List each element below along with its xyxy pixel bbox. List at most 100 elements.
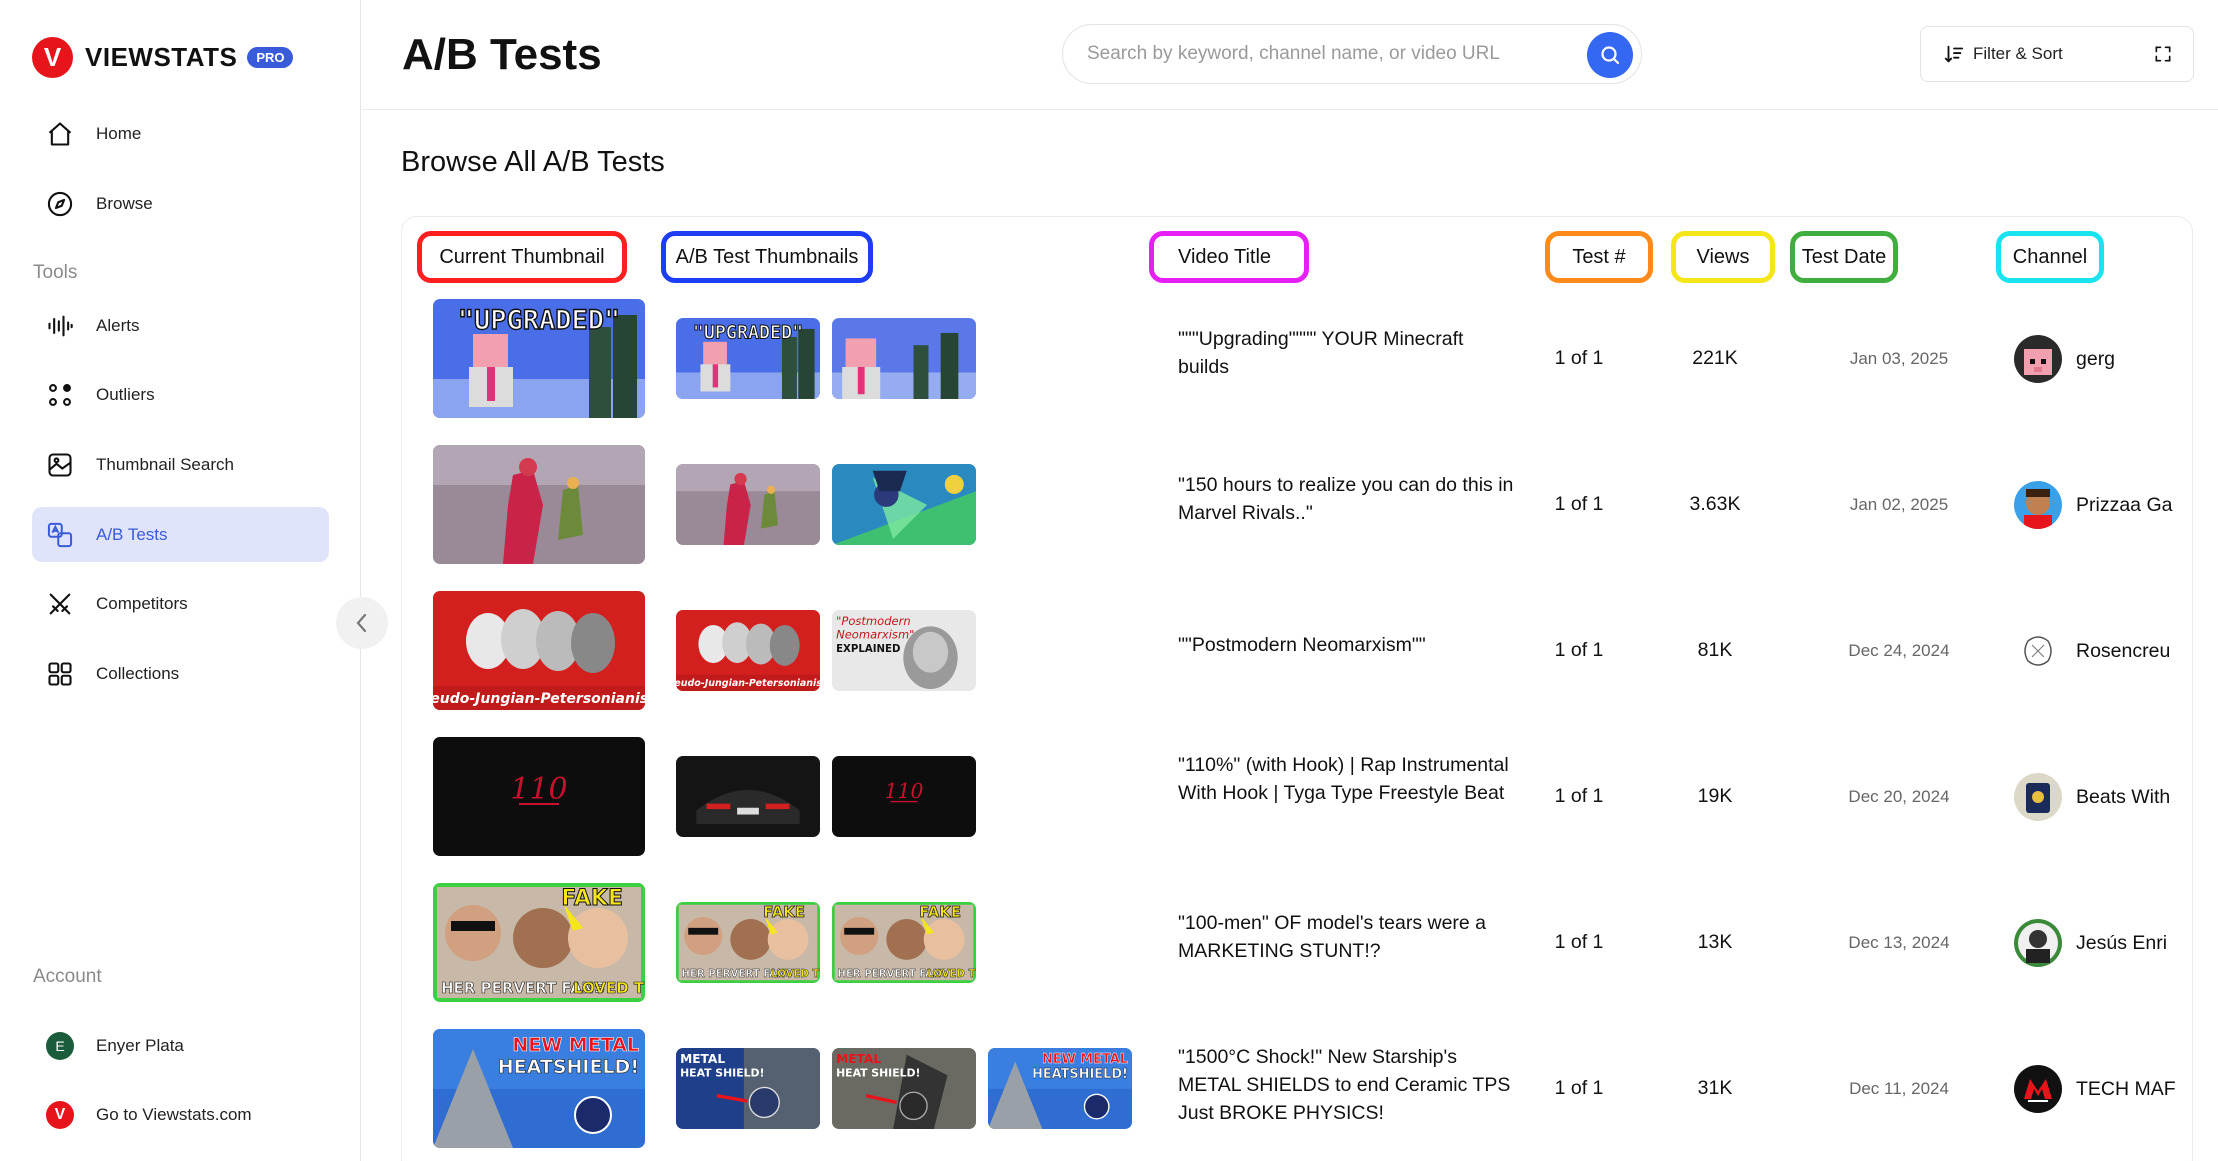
search-input[interactable] [1087,43,1567,65]
sidebar-item-label: Collections [96,663,180,683]
go-to-viewstats-link[interactable]: V Go to Viewstats.com [32,1090,252,1140]
channel-name: Jesús Enri [2076,931,2168,954]
test-number: 1 of 1 [1554,347,1604,369]
column-header-video-title[interactable]: Video Title [1149,231,1309,283]
ab-test-thumbnail[interactable] [832,318,976,399]
account-name: Enyer Plata [96,1036,184,1055]
svg-text:HEAT SHIELD!: HEAT SHIELD! [680,1067,764,1080]
column-header-test-date[interactable]: Test Date [1790,231,1898,283]
channel-name: Prizzaa Ga [2076,493,2173,516]
channel-cell[interactable]: Prizzaa Ga [2014,481,2192,529]
ab-test-thumbnail[interactable]: METAL HEAT SHIELD! [832,1048,976,1129]
video-title[interactable]: """Upgrading"""" YOUR Minecraft builds [1178,325,1518,381]
svg-text:FAKE: FAKE [561,886,623,911]
column-header-test-number[interactable]: Test # [1545,231,1653,283]
table-row[interactable]: Freudo-Jungian-Petersonianism Freudo-Jun… [401,585,2193,731]
current-thumbnail[interactable]: 110 [433,737,645,856]
chevron-left-icon [356,613,367,633]
sidebar-item-label: Browse [96,193,153,213]
sidebar-item-alerts[interactable]: Alerts [32,298,329,353]
svg-text:HEAT SHIELD!: HEAT SHIELD! [836,1067,920,1080]
video-title[interactable]: "100-men" OF model's tears were a MARKET… [1178,909,1518,965]
expand-icon[interactable] [2153,44,2173,64]
ab-test-thumbnail[interactable]: METAL HEAT SHIELD! [676,1048,820,1129]
filter-sort-button[interactable]: Filter & Sort [1920,26,2194,82]
current-thumbnail[interactable]: NEW METAL HEATSHIELD! [433,1029,645,1148]
video-title[interactable]: "1500°C Shock!" New Starship's METAL SHI… [1178,1043,1518,1127]
video-title[interactable]: ""Postmodern Neomarxism"" [1178,631,1518,659]
channel-avatar [2014,481,2062,529]
column-header-ab-test-thumbnails[interactable]: A/B Test Thumbnails [661,231,873,283]
channel-name: gerg [2076,347,2116,370]
search-bar [1062,24,1642,84]
sidebar-item-label: Alerts [96,315,140,335]
current-thumbnail[interactable]: Freudo-Jungian-Petersonianism [433,591,645,710]
swords-icon [32,590,88,618]
ab-test-thumbnail[interactable]: NEW METAL HEATSHIELD! [988,1048,1132,1129]
channel-cell[interactable]: Rosencreu [2014,627,2192,675]
ab-test-thumbnail[interactable]: "Postmodern Neomarxism" EXPLAINED [832,610,976,691]
table-row[interactable]: "150 hours to realize you can do this in… [401,439,2193,585]
ab-test-thumbnail[interactable]: "UPGRADED" [676,318,820,399]
test-date: Jan 02, 2025 [1849,495,1949,514]
sidebar-item-label: Outliers [96,384,155,404]
sidebar-item-competitors[interactable]: Competitors [32,576,329,631]
channel-cell[interactable]: TECH MAF [2014,1065,2192,1113]
ab-test-thumbnail[interactable]: FAKE HER PERVERT FANS LOVED THIS [832,902,976,983]
ab-test-thumbnail[interactable] [676,756,820,837]
channel-cell[interactable]: Beats With [2014,773,2192,821]
account-profile[interactable]: E Enyer Plata [32,1021,184,1071]
sidebar-item-thumbnail-search[interactable]: Thumbnail Search [32,437,329,492]
sidebar-item-collections[interactable]: Collections [32,646,329,701]
sort-icon [1944,45,1964,63]
brand-name: VIEWSTATS [85,42,238,72]
channel-avatar [2014,627,2062,675]
viewstats-logo-icon: V [32,37,73,78]
avatar: E [46,1032,74,1060]
svg-text:EXPLAINED: EXPLAINED [836,644,900,655]
outliers-icon [32,381,88,409]
table-row[interactable]: NEW METAL HEATSHIELD! METAL HEAT SHIELD!… [401,1023,2193,1161]
current-thumbnail[interactable] [433,445,645,564]
table-row[interactable]: FAKE HER PERVERT FANS LOVED THIS FAKE HE… [401,877,2193,1023]
test-number: 1 of 1 [1554,1077,1604,1099]
ab-test-thumbnail[interactable]: FAKE HER PERVERT FANS LOVED THIS [676,902,820,983]
column-header-channel[interactable]: Channel [1996,231,2104,283]
test-number: 1 of 1 [1554,493,1604,515]
video-title[interactable]: "150 hours to realize you can do this in… [1178,471,1518,527]
compass-icon [32,190,88,218]
channel-name: TECH MAF [2076,1077,2176,1100]
sidebar-item-ab-tests[interactable]: A/B Tests [32,507,329,562]
test-number: 1 of 1 [1554,931,1604,953]
views-count: 19K [1697,785,1733,807]
ab-test-thumbnail[interactable]: Freudo-Jungian-Petersonianism [676,610,820,691]
svg-text:FAKE: FAKE [763,903,805,921]
sidebar-item-outliers[interactable]: Outliers [32,367,329,422]
current-thumbnail[interactable]: FAKE HER PERVERT FANS LOVED THIS [433,883,645,1002]
sidebar-item-browse[interactable]: Browse [32,176,329,231]
channel-cell[interactable]: gerg [2014,335,2192,383]
channel-name: Rosencreu [2076,639,2171,662]
ab-test-thumbnail[interactable] [676,464,820,545]
ab-test-thumbnail[interactable] [832,464,976,545]
search-button[interactable] [1587,32,1633,78]
column-header-views[interactable]: Views [1671,231,1775,283]
current-thumbnail[interactable]: "UPGRADED" [433,299,645,418]
app: V VIEWSTATS PRO Home Browse Tools Alerts [0,0,2218,1161]
page-title: A/B Tests [402,30,602,79]
table-row[interactable]: 110 110 "110%" (with Hook) | Rap Instrum… [401,731,2193,877]
brand-logo[interactable]: V VIEWSTATS PRO [32,37,294,78]
channel-cell[interactable]: Jesús Enri [2014,919,2192,967]
channel-name: Beats With [2076,785,2171,808]
tools-section-label: Tools [33,262,78,283]
svg-text:110: 110 [885,779,924,803]
video-title[interactable]: "110%" (with Hook) | Rap Instrumental Wi… [1178,751,1518,807]
collapse-sidebar-button[interactable] [336,597,388,649]
ab-test-thumbnail[interactable]: 110 [832,756,976,837]
sidebar-item-home[interactable]: Home [32,106,329,161]
table-row[interactable]: "UPGRADED" "UPGRADED" """Upgrading"""" Y… [401,293,2193,439]
svg-text:NEW METAL: NEW METAL [512,1034,639,1056]
browse-title: Browse All A/B Tests [401,146,665,178]
column-header-current-thumbnail[interactable]: Current Thumbnail [417,231,627,283]
views-count: 81K [1697,639,1733,661]
